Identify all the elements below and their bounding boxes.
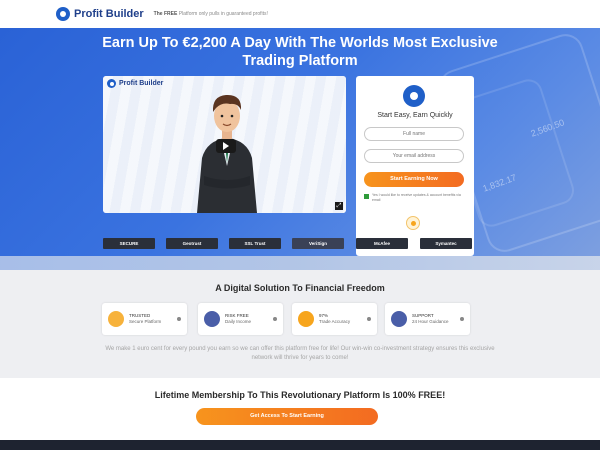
brand-tagline: The FREE Platform only pulls in guarante… bbox=[154, 11, 268, 17]
features-title: A Digital Solution To Financial Freedom bbox=[215, 283, 385, 293]
full-name-input[interactable] bbox=[364, 127, 464, 141]
brand-logo[interactable]: Profit Builder bbox=[56, 7, 144, 21]
play-button[interactable] bbox=[216, 139, 236, 153]
decorative-band bbox=[0, 256, 600, 270]
start-earning-button[interactable]: Start Earning Now bbox=[364, 172, 464, 187]
video-player[interactable]: Profit Builder ⤢ bbox=[103, 76, 346, 213]
logo-icon bbox=[56, 7, 70, 21]
feature-card-accuracy: 97% Trade Accuracy bbox=[292, 303, 377, 335]
feature-title: TRUSTED bbox=[129, 313, 151, 318]
accuracy-icon bbox=[298, 311, 314, 327]
trust-logo-secure: SECURE bbox=[103, 238, 155, 249]
form-logo-icon bbox=[403, 85, 425, 107]
brand-name: Profit Builder bbox=[74, 8, 144, 20]
support-icon bbox=[391, 311, 407, 327]
arrow-icon bbox=[367, 317, 371, 321]
feature-subtitle: 24 Hour Guidance bbox=[412, 319, 449, 324]
hero-title: Earn Up To €2,200 A Day With The Worlds … bbox=[0, 34, 600, 70]
membership-section: Lifetime Membership To This Revolutionar… bbox=[0, 378, 600, 440]
feature-card-support: SUPPORT 24 Hour Guidance bbox=[385, 303, 470, 335]
feature-label: TRUSTED Secure Platform bbox=[129, 313, 177, 325]
signup-form: Start Easy, Earn Quickly Start Earning N… bbox=[356, 76, 474, 256]
feature-label: SUPPORT 24 Hour Guidance bbox=[412, 313, 460, 325]
membership-title: Lifetime Membership To This Revolutionar… bbox=[154, 390, 446, 400]
hero-title-line-2: Trading Platform bbox=[242, 53, 358, 69]
fullscreen-icon[interactable]: ⤢ bbox=[335, 202, 343, 210]
reward-badge-icon bbox=[406, 216, 420, 230]
feature-title: 97% bbox=[319, 313, 329, 318]
trust-logo-ssl: SSL Trust bbox=[229, 238, 281, 249]
video-logo-icon bbox=[107, 79, 116, 88]
feature-subtitle: Trade Accuracy bbox=[319, 319, 351, 324]
feature-card-risk-free: RISK FREE Daily Income bbox=[198, 303, 283, 335]
arrow-icon bbox=[273, 317, 277, 321]
tagline-strong: The FREE bbox=[153, 11, 178, 17]
trusted-icon bbox=[108, 311, 124, 327]
hero-section: 2,560.50 1,832.17 Earn Up To €2,200 A Da… bbox=[0, 28, 600, 256]
consent-text: Yes I would like to receive updates & ac… bbox=[372, 193, 461, 202]
feature-title: RISK FREE bbox=[225, 313, 249, 318]
email-input[interactable] bbox=[364, 149, 464, 163]
feature-card-trusted: TRUSTED Secure Platform bbox=[102, 303, 187, 335]
landing-page: Profit Builder The FREE Platform only pu… bbox=[0, 0, 600, 450]
trust-logo-mcafee: McAfee bbox=[356, 238, 408, 249]
feature-subtitle: Daily Income bbox=[225, 319, 252, 324]
trust-logo-geotrust: Geotrust bbox=[166, 238, 218, 249]
arrow-icon bbox=[460, 317, 464, 321]
feature-title: SUPPORT bbox=[412, 313, 434, 318]
consent-row: Yes I would like to receive updates & ac… bbox=[364, 193, 464, 203]
consent-checkbox[interactable] bbox=[364, 194, 369, 199]
form-title: Start Easy, Earn Quickly bbox=[377, 112, 453, 119]
footer bbox=[0, 440, 600, 450]
top-bar: Profit Builder The FREE Platform only pu… bbox=[0, 0, 600, 28]
features-section: A Digital Solution To Financial Freedom … bbox=[0, 270, 600, 378]
risk-free-icon bbox=[204, 311, 220, 327]
features-paragraph: We make 1 euro cent for every pound you … bbox=[105, 346, 495, 361]
hero-title-line-1: Earn Up To €2,200 A Day With The Worlds … bbox=[102, 35, 498, 51]
trust-logo-verisign: VeriSign bbox=[292, 238, 344, 249]
feature-label: 97% Trade Accuracy bbox=[319, 313, 367, 325]
trust-logo-symantec: Symantec bbox=[420, 238, 472, 249]
video-logo: Profit Builder bbox=[107, 79, 163, 88]
feature-subtitle: Secure Platform bbox=[129, 319, 162, 324]
tagline-rest: Platform only pulls in guaranteed profit… bbox=[178, 11, 268, 17]
get-access-button[interactable]: Get Access To Start Earning bbox=[196, 408, 378, 425]
arrow-icon bbox=[177, 317, 181, 321]
feature-label: RISK FREE Daily Income bbox=[225, 313, 273, 325]
video-logo-text: Profit Builder bbox=[119, 80, 164, 87]
